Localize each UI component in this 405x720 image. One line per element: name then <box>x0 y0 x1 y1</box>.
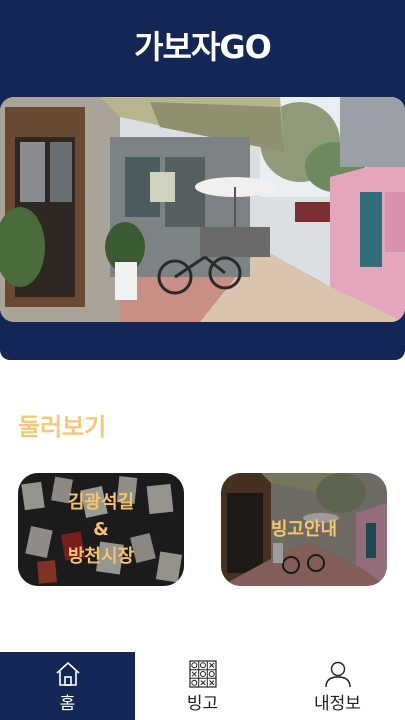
tab-home[interactable]: 홈 <box>0 652 135 720</box>
home-icon <box>55 662 80 686</box>
tab-bingo[interactable]: 빙고 <box>135 652 270 720</box>
section-title: 둘러보기 <box>18 413 107 441</box>
tab-home-label: 홈 <box>59 694 76 714</box>
bottom-tab-bar: 홈 빙고 내정보 <box>0 652 405 720</box>
tab-profile-label: 내정보 <box>314 694 361 714</box>
card-gimgwangseok-bangcheon-market[interactable]: 김광석길 & 방천시장 <box>18 473 184 586</box>
card-label: 빙고안내 <box>270 519 338 540</box>
card-bingo-guide[interactable]: 빙고안내 <box>221 473 387 586</box>
bingo-grid-icon <box>188 660 217 688</box>
tab-profile[interactable]: 내정보 <box>270 652 405 720</box>
user-icon <box>324 661 351 688</box>
card-label: 김광석길 & 방천시장 <box>67 492 135 567</box>
header: 가보자GO <box>0 0 405 360</box>
hero-street-photo <box>0 97 405 322</box>
hero-image <box>0 97 405 322</box>
tab-bingo-label: 빙고 <box>186 694 219 714</box>
app-title: 가보자GO <box>134 28 272 66</box>
